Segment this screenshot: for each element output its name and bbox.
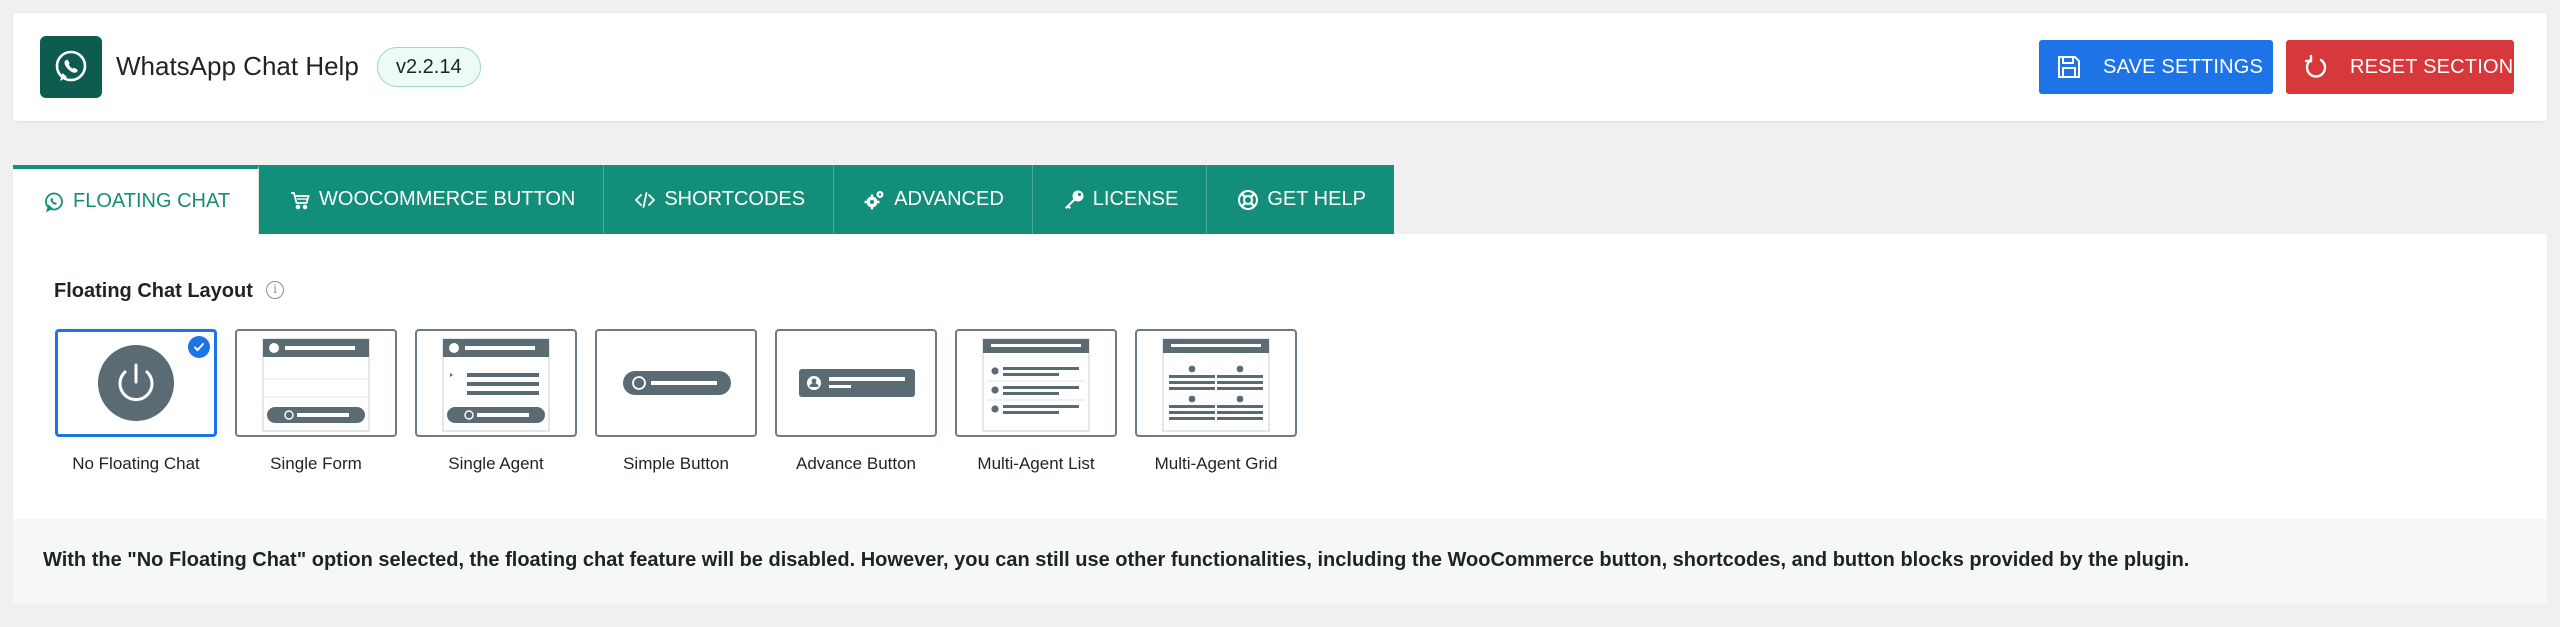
layout-card	[775, 329, 937, 437]
floppy-disk-icon	[2055, 53, 2083, 81]
tab-shortcodes[interactable]: SHORTCODES	[604, 165, 835, 234]
layout-option-label: Single Form	[270, 454, 362, 473]
tab-license[interactable]: LICENSE	[1032, 165, 1208, 234]
settings-tabs: FLOATING CHAT WOOCOMMERCE BUTTON SHORTCO…	[13, 165, 1394, 234]
key-icon	[1063, 189, 1085, 211]
floating-chat-layout-heading: Floating Chat Layout	[54, 280, 253, 302]
layout-option-advance-button[interactable]: Advance Button	[775, 329, 937, 474]
layout-card	[235, 329, 397, 437]
lifebuoy-icon	[1237, 189, 1259, 211]
tab-get-help[interactable]: GET HELP	[1207, 165, 1394, 234]
layout-option-multi-agent-grid[interactable]: Multi-Agent Grid	[1135, 329, 1297, 474]
code-icon	[634, 189, 656, 211]
layout-card	[595, 329, 757, 437]
gears-icon	[864, 189, 886, 211]
layout-notice: With the "No Floating Chat" option selec…	[13, 519, 2547, 604]
notice-text: With the "No Floating Chat" option selec…	[43, 549, 2190, 571]
tab-advanced[interactable]: ADVANCED	[834, 165, 1033, 234]
tab-label: ADVANCED	[894, 188, 1004, 210]
reset-section-label: RESET SECTION	[2350, 55, 2514, 78]
version-badge: v2.2.14	[377, 47, 481, 87]
layout-option-label: Multi-Agent Grid	[1154, 454, 1278, 473]
app-title: WhatsApp Chat Help	[116, 51, 359, 81]
tab-floating-chat[interactable]: FLOATING CHAT	[13, 165, 260, 234]
tab-label: SHORTCODES	[664, 188, 806, 210]
layout-option-single-agent[interactable]: Single Agent	[415, 329, 577, 474]
save-settings-label: SAVE SETTINGS	[2103, 55, 2264, 78]
layout-option-label: Advance Button	[795, 454, 917, 473]
layout-option-single-form[interactable]: Single Form	[235, 329, 397, 474]
tab-label: FLOATING CHAT	[73, 190, 231, 212]
cart-icon	[289, 189, 311, 211]
info-icon[interactable]: i	[266, 281, 284, 299]
layout-option-label: Single Agent	[448, 454, 544, 473]
reset-icon	[2302, 53, 2330, 81]
selected-check-icon	[188, 336, 210, 358]
layout-option-no-floating-chat[interactable]: No Floating Chat	[55, 329, 217, 474]
layout-card	[1135, 329, 1297, 437]
layout-option-simple-button[interactable]: Simple Button	[595, 329, 757, 474]
save-settings-button[interactable]: SAVE SETTINGS	[2039, 40, 2273, 94]
layout-card	[55, 329, 217, 437]
app-header: WhatsApp Chat Help v2.2.14 SAVE SETTINGS…	[13, 13, 2547, 121]
whatsapp-icon	[43, 191, 65, 213]
layout-card	[955, 329, 1117, 437]
layout-option-label: Multi-Agent List	[977, 454, 1095, 473]
layout-option-multi-agent-list[interactable]: Multi-Agent List	[955, 329, 1117, 474]
tab-label: WOOCOMMERCE BUTTON	[319, 188, 576, 210]
reset-section-button[interactable]: RESET SECTION	[2286, 40, 2514, 94]
whatsapp-logo-icon	[40, 36, 102, 98]
floating-chat-panel: Floating Chat Layout i No Floating Chat	[13, 234, 2547, 604]
layout-option-label: No Floating Chat	[72, 454, 200, 473]
tab-label: LICENSE	[1092, 188, 1179, 210]
layout-card	[415, 329, 577, 437]
layout-option-label: Simple Button	[623, 454, 729, 473]
tab-label: GET HELP	[1267, 188, 1366, 210]
tab-woocommerce-button[interactable]: WOOCOMMERCE BUTTON	[259, 165, 605, 234]
